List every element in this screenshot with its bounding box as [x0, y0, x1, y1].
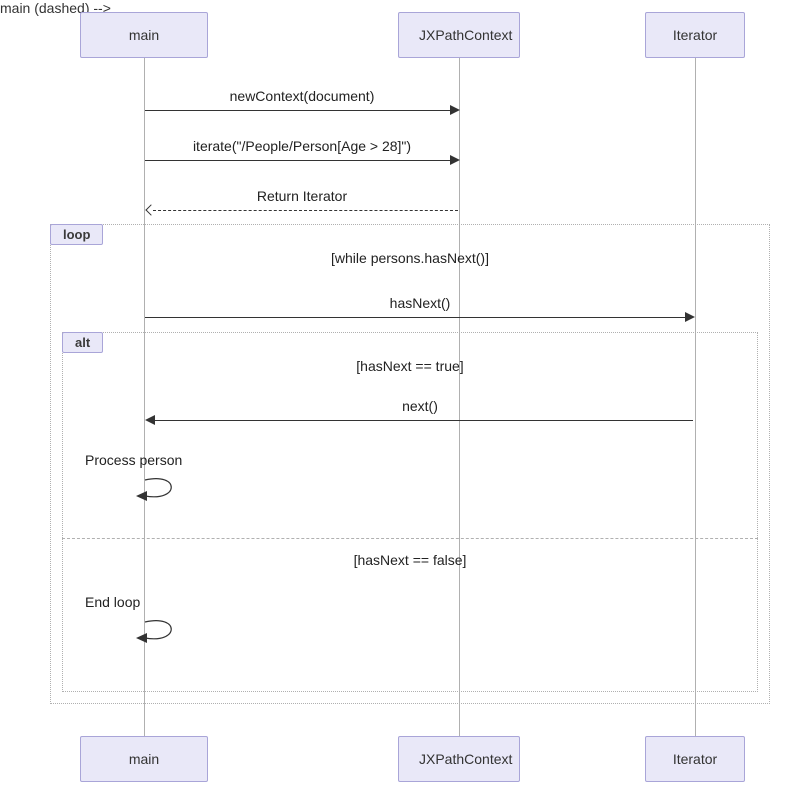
message-label: Return Iterator — [145, 188, 459, 204]
loop-condition: [while persons.hasNext()] — [50, 250, 770, 266]
message-arrow — [145, 160, 450, 161]
participant-label: main — [129, 27, 159, 43]
alt-condition-true: [hasNext == true] — [62, 358, 758, 374]
participant-iterator-bottom: Iterator — [645, 736, 745, 782]
message-label: next() — [145, 398, 695, 414]
participant-label: main — [129, 751, 159, 767]
participant-label: Iterator — [673, 27, 717, 43]
message-label: iterate("/People/Person[Age > 28]") — [145, 138, 459, 154]
arrowhead-icon — [685, 312, 695, 322]
participant-label: Iterator — [673, 751, 717, 767]
participant-label: JXPathContext — [419, 27, 512, 43]
loop-label: loop — [50, 224, 103, 245]
message-arrow — [145, 110, 450, 111]
self-arrow-icon — [130, 472, 190, 512]
message-arrow — [155, 420, 693, 421]
participant-iterator-top: Iterator — [645, 12, 745, 58]
participant-label: JXPathContext — [419, 751, 512, 767]
participant-jxpathcontext-top: JXPathContext — [398, 12, 520, 58]
arrowhead-icon — [145, 415, 155, 425]
message-label: newContext(document) — [145, 88, 459, 104]
arrowhead-icon — [450, 155, 460, 165]
message-label: End loop — [85, 594, 140, 610]
alt-condition-false: [hasNext == false] — [62, 552, 758, 568]
participant-main-bottom: main — [80, 736, 208, 782]
message-arrow — [145, 317, 685, 318]
alt-divider — [62, 538, 758, 539]
message-label: Process person — [85, 452, 182, 468]
self-arrow-icon — [130, 614, 190, 654]
message-label: hasNext() — [145, 295, 695, 311]
arrowhead-icon — [145, 204, 156, 215]
participant-jxpathcontext-bottom: JXPathContext — [398, 736, 520, 782]
arrowhead-icon — [450, 105, 460, 115]
alt-label: alt — [62, 332, 103, 353]
message-arrow-dashed — [153, 210, 458, 211]
participant-main-top: main — [80, 12, 208, 58]
